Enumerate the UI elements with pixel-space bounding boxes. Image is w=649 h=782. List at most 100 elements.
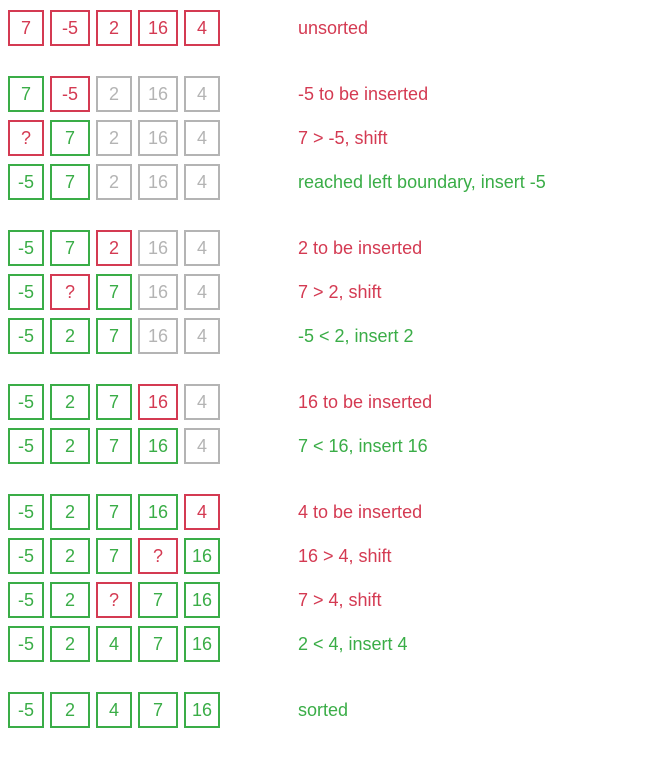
array-cell: 7: [138, 626, 178, 662]
array-cell: 16: [138, 384, 178, 420]
array-cell: 16: [138, 10, 178, 46]
array-cell: 16: [138, 230, 178, 266]
array-cells: -572164: [8, 164, 288, 200]
step-row: -524716 2 < 4, insert 4: [8, 626, 641, 662]
step-row: ?721647 > -5, shift: [8, 120, 641, 156]
array-cell: 7: [50, 120, 90, 156]
array-cell: 16: [138, 494, 178, 530]
array-cell: 4: [96, 692, 132, 728]
step-row: -52716416 to be inserted: [8, 384, 641, 420]
array-cell: 7: [50, 230, 90, 266]
step-caption: 7 < 16, insert 16: [288, 436, 428, 457]
array-cell: 7: [96, 318, 132, 354]
array-cell: -5: [8, 384, 44, 420]
array-cell: 16: [184, 626, 220, 662]
array-cells: -527?16: [8, 538, 288, 574]
array-cell: 2: [50, 626, 90, 662]
array-cell: 2: [96, 76, 132, 112]
array-cell: ?: [96, 582, 132, 618]
array-cell: -5: [8, 164, 44, 200]
array-cell: -5: [8, 318, 44, 354]
array-cell: 2: [96, 230, 132, 266]
step-row: 7-52164unsorted: [8, 10, 641, 46]
array-cell: 4: [184, 274, 220, 310]
array-cell: -5: [8, 538, 44, 574]
array-cells: -5?7164: [8, 274, 288, 310]
array-cells: -527164: [8, 428, 288, 464]
array-cell: 4: [184, 76, 220, 112]
step-row: -5271647 < 16, insert 16: [8, 428, 641, 464]
array-cell: 16: [138, 164, 178, 200]
section-gap: [8, 54, 641, 76]
insertion-sort-diagram: 7-52164unsorted7-52164-5 to be inserted?…: [8, 10, 641, 728]
array-cell: 2: [50, 384, 90, 420]
section-gap: [8, 472, 641, 494]
array-cell: ?: [8, 120, 44, 156]
step-row: -524716sorted: [8, 692, 641, 728]
array-cell: 2: [50, 428, 90, 464]
array-cell: 16: [138, 120, 178, 156]
step-row: -5271644 to be inserted: [8, 494, 641, 530]
section-gap: [8, 670, 641, 692]
array-cells: -527164: [8, 318, 288, 354]
section-gap: [8, 362, 641, 384]
array-cell: 2: [50, 494, 90, 530]
step-row: -527164-5 < 2, insert 2: [8, 318, 641, 354]
array-cell: 16: [138, 428, 178, 464]
array-cells: -52?716: [8, 582, 288, 618]
array-cell: 4: [184, 10, 220, 46]
array-cell: 7: [96, 384, 132, 420]
array-cells: -527164: [8, 384, 288, 420]
array-cell: 16: [184, 692, 220, 728]
array-cell: ?: [138, 538, 178, 574]
array-cell: 7: [8, 10, 44, 46]
array-cell: -5: [8, 494, 44, 530]
step-caption: 7 > -5, shift: [288, 128, 388, 149]
array-cell: 16: [138, 318, 178, 354]
array-cells: ?72164: [8, 120, 288, 156]
array-cell: 4: [184, 318, 220, 354]
step-row: -572164reached left boundary, insert -5: [8, 164, 641, 200]
array-cells: -527164: [8, 494, 288, 530]
array-cell: 7: [8, 76, 44, 112]
step-row: -52?7167 > 4, shift: [8, 582, 641, 618]
array-cell: 4: [184, 230, 220, 266]
array-cell: 2: [50, 538, 90, 574]
array-cell: 4: [184, 164, 220, 200]
array-cells: 7-52164: [8, 10, 288, 46]
step-row: 7-52164-5 to be inserted: [8, 76, 641, 112]
step-caption: 7 > 4, shift: [288, 590, 382, 611]
array-cell: 4: [184, 494, 220, 530]
array-cell: 2: [96, 120, 132, 156]
array-cell: 2: [96, 164, 132, 200]
array-cell: 16: [184, 582, 220, 618]
step-caption: reached left boundary, insert -5: [288, 172, 546, 193]
array-cell: -5: [8, 692, 44, 728]
array-cell: 7: [96, 274, 132, 310]
step-caption: 16 to be inserted: [288, 392, 432, 413]
array-cell: 16: [184, 538, 220, 574]
array-cell: 16: [138, 76, 178, 112]
array-cell: 7: [96, 494, 132, 530]
array-cell: -5: [50, 10, 90, 46]
array-cell: 4: [96, 626, 132, 662]
section-gap: [8, 208, 641, 230]
array-cell: 7: [96, 428, 132, 464]
step-caption: 4 to be inserted: [288, 502, 422, 523]
step-caption: 2 to be inserted: [288, 238, 422, 259]
step-caption: 16 > 4, shift: [288, 546, 392, 567]
array-cell: -5: [8, 230, 44, 266]
array-cells: -524716: [8, 692, 288, 728]
array-cell: 4: [184, 428, 220, 464]
array-cells: -572164: [8, 230, 288, 266]
array-cell: -5: [8, 626, 44, 662]
step-caption: 2 < 4, insert 4: [288, 634, 408, 655]
array-cell: 7: [138, 582, 178, 618]
array-cells: 7-52164: [8, 76, 288, 112]
array-cell: -5: [8, 274, 44, 310]
array-cell: 2: [96, 10, 132, 46]
array-cell: 16: [138, 274, 178, 310]
step-caption: unsorted: [288, 18, 368, 39]
array-cell: -5: [50, 76, 90, 112]
array-cell: -5: [8, 428, 44, 464]
